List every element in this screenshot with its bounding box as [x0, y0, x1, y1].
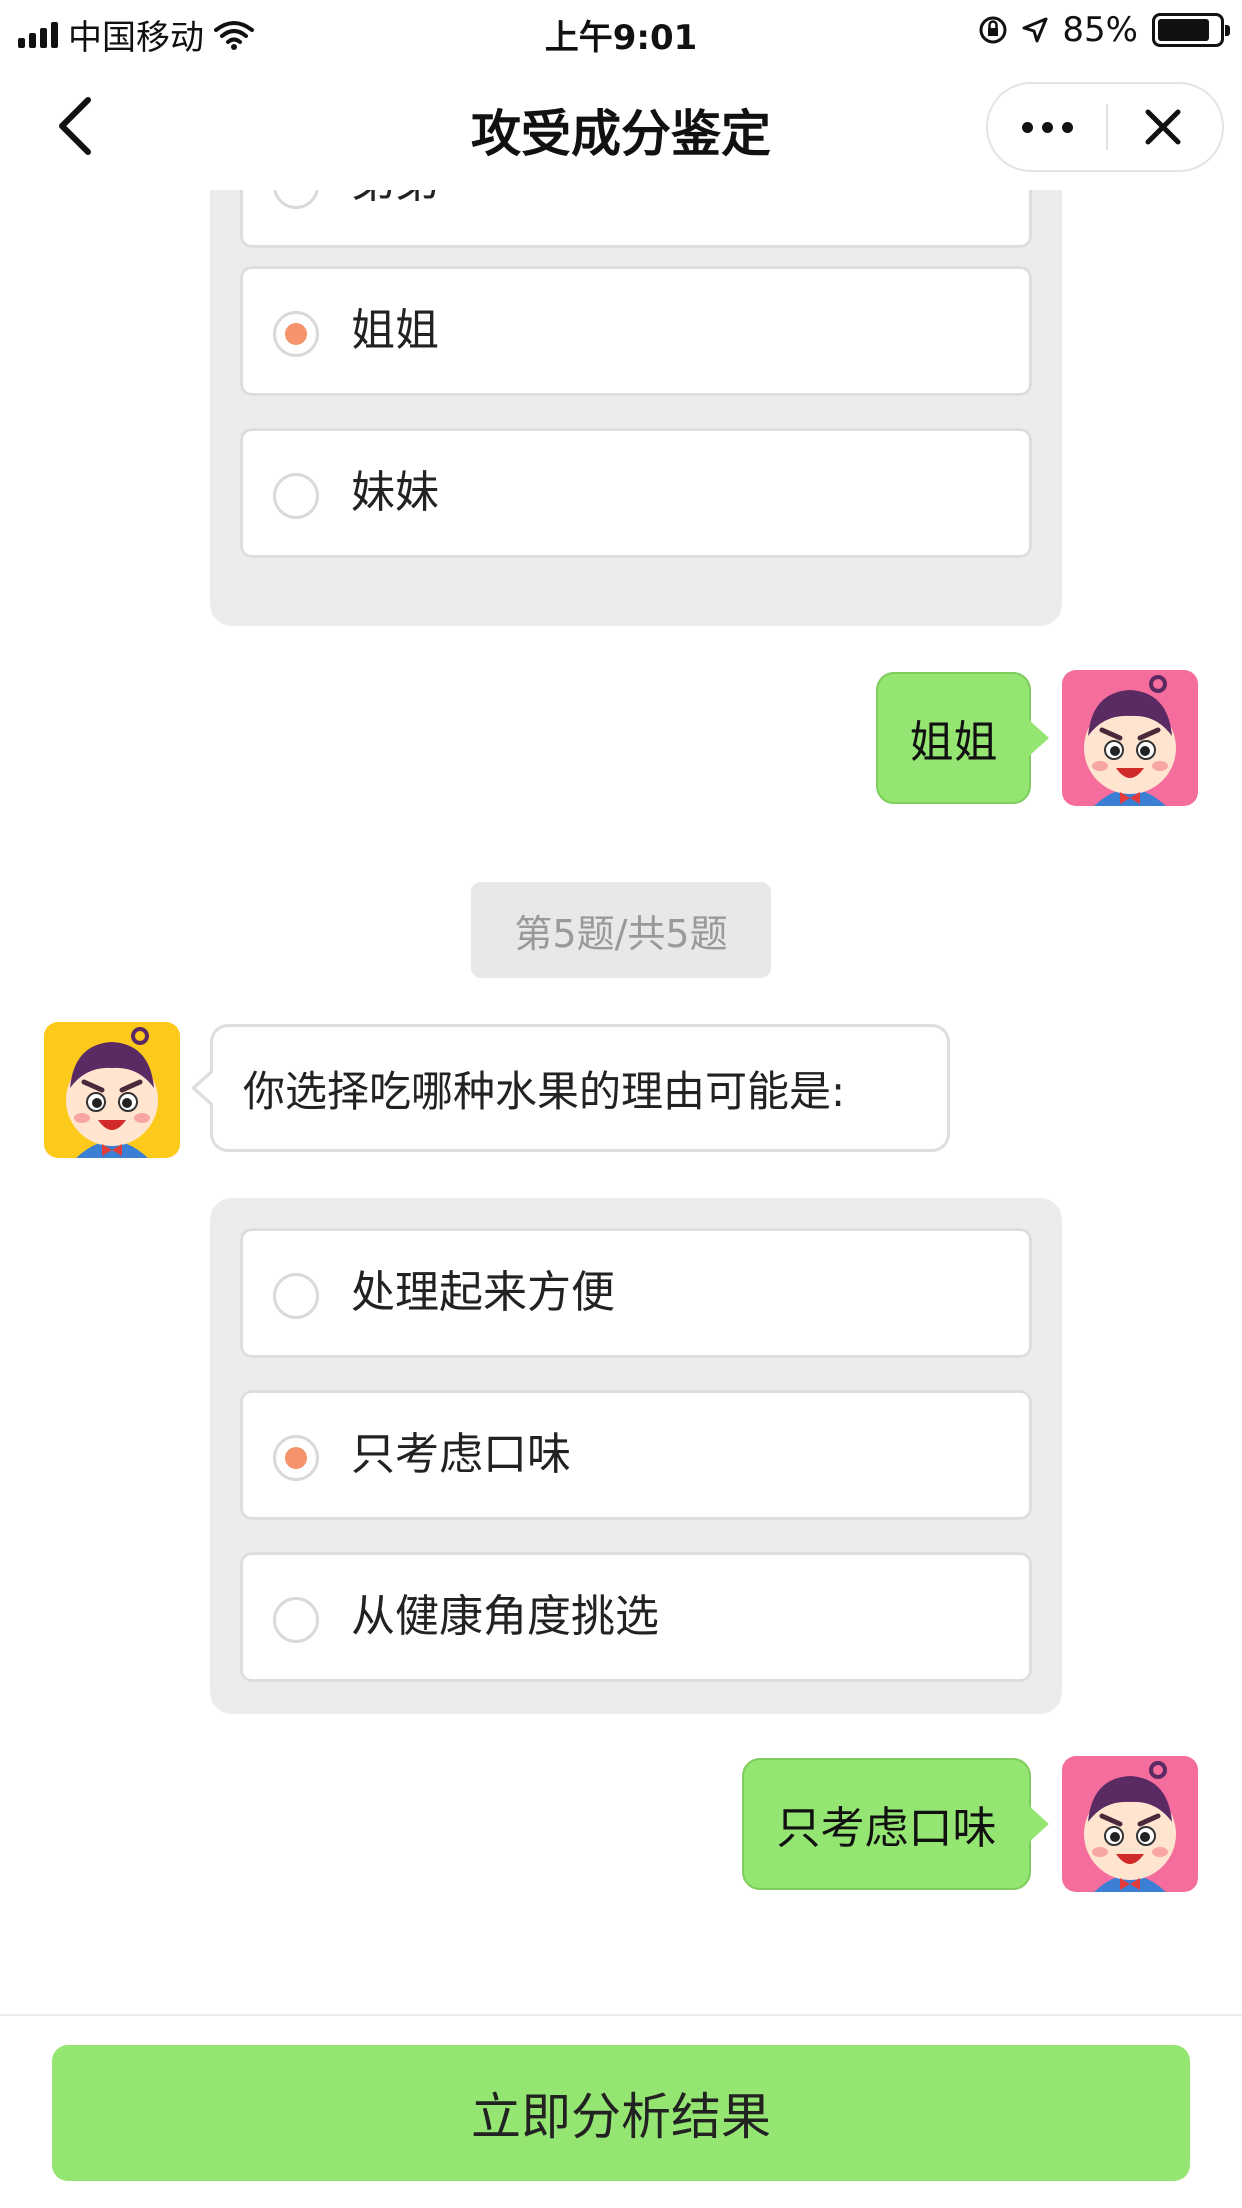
close-icon[interactable] — [1104, 84, 1222, 170]
radio-button-checked[interactable] — [273, 1435, 319, 1481]
battery-percent: 85% — [1062, 10, 1138, 50]
nav-bar: 攻受成分鉴定 — [0, 62, 1242, 190]
location-arrow-icon — [1022, 17, 1048, 43]
mini-program-capsule — [986, 82, 1224, 172]
question-text: 你选择吃哪种水果的理由可能是: — [243, 1066, 846, 1116]
cartoon-boy-avatar-icon — [1062, 670, 1198, 806]
more-dots-icon[interactable] — [988, 84, 1106, 170]
option-label: 姐姐 — [351, 305, 439, 356]
analyze-button-label: 立即分析结果 — [471, 2088, 771, 2146]
option-taste-only[interactable]: 只考虑口味 — [240, 1390, 1032, 1520]
bot-question-bubble: 你选择吃哪种水果的理由可能是: — [191, 1024, 950, 1152]
reply-text: 只考虑口味 — [776, 1803, 997, 1854]
reply-text: 姐姐 — [909, 717, 998, 768]
options-card-q5: 处理起来方便 只考虑口味 从健康角度挑选 — [210, 1198, 1062, 1714]
battery-icon — [1152, 13, 1230, 47]
option-healthy[interactable]: 从健康角度挑选 — [240, 1552, 1032, 1682]
chat-area: 弟弟 姐姐 妹妹 姐姐 — [0, 190, 1242, 2010]
user-avatar — [1062, 1756, 1198, 1892]
cartoon-boy-avatar-icon — [44, 1022, 180, 1158]
footer-divider — [0, 2014, 1242, 2016]
status-right: 85% — [978, 10, 1230, 50]
user-reply-bubble: 只考虑口味 — [742, 1758, 1049, 1890]
option-label: 处理起来方便 — [351, 1267, 615, 1318]
option-label: 只考虑口味 — [351, 1429, 571, 1480]
option-older-sister[interactable]: 姐姐 — [240, 266, 1032, 396]
user-reply-bubble: 姐姐 — [876, 672, 1049, 804]
orientation-lock-icon — [979, 16, 1007, 44]
question-progress-badge: 第5题/共5题 — [471, 882, 771, 978]
radio-button[interactable] — [273, 1597, 319, 1643]
cartoon-boy-avatar-icon — [1062, 1756, 1198, 1892]
options-card-q4: 弟弟 姐姐 妹妹 — [210, 190, 1062, 626]
option-younger-sister[interactable]: 妹妹 — [240, 428, 1032, 558]
radio-button[interactable] — [273, 473, 319, 519]
radio-button-checked[interactable] — [273, 311, 319, 357]
radio-button[interactable] — [273, 190, 319, 209]
option-brother[interactable]: 弟弟 — [240, 190, 1032, 248]
option-label: 从健康角度挑选 — [351, 1591, 659, 1642]
option-convenient[interactable]: 处理起来方便 — [240, 1228, 1032, 1358]
analyze-results-button[interactable]: 立即分析结果 — [52, 2045, 1190, 2181]
battery-fill — [1158, 19, 1209, 41]
status-bar: 中国移动 上午9:01 85% — [0, 0, 1242, 62]
bot-avatar — [44, 1022, 180, 1158]
progress-text: 第5题/共5题 — [514, 911, 728, 956]
option-label: 弟弟 — [351, 190, 439, 245]
option-label: 妹妹 — [351, 467, 439, 518]
user-avatar — [1062, 670, 1198, 806]
radio-button[interactable] — [273, 1273, 319, 1319]
